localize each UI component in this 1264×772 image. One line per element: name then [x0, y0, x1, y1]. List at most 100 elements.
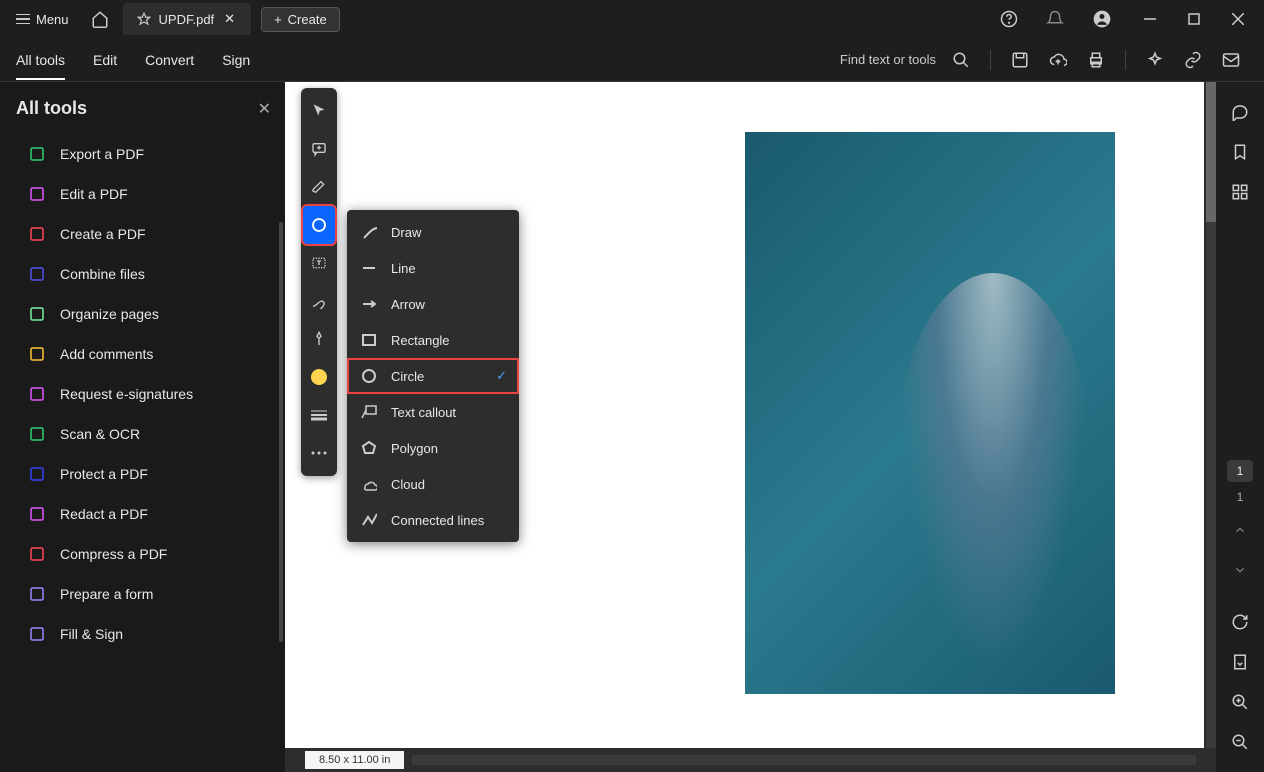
sidebar-item[interactable]: Edit a PDF — [16, 175, 279, 213]
sidebar-item[interactable]: Protect a PDF — [16, 455, 279, 493]
star-icon — [137, 12, 151, 26]
page-down-button[interactable] — [1222, 552, 1258, 588]
shape-option[interactable]: Text callout — [347, 394, 519, 430]
zoom-in-button[interactable] — [1222, 684, 1258, 720]
shape-option[interactable]: Polygon — [347, 430, 519, 466]
divider — [1125, 50, 1126, 70]
shape-label: Circle — [391, 369, 424, 384]
more-tools[interactable] — [303, 434, 335, 472]
more-icon — [311, 451, 327, 455]
notifications-button[interactable] — [1034, 2, 1076, 36]
current-page-indicator[interactable]: 1 — [1227, 460, 1254, 482]
close-icon — [1232, 13, 1244, 25]
sidebar-item[interactable]: Organize pages — [16, 295, 279, 333]
share-button[interactable] — [1214, 45, 1248, 75]
vertical-scrollbar[interactable] — [1206, 82, 1216, 748]
sidebar-item[interactable]: Combine files — [16, 255, 279, 293]
home-button[interactable] — [81, 4, 119, 34]
sidebar-item-label: Export a PDF — [60, 146, 144, 162]
rail-comments-button[interactable] — [1222, 94, 1258, 130]
draw-tool[interactable] — [303, 282, 335, 320]
menu-label: Menu — [36, 12, 69, 27]
sidebar-item[interactable]: Create a PDF — [16, 215, 279, 253]
home-icon — [91, 10, 109, 28]
sidebar-item[interactable]: Prepare a form — [16, 575, 279, 613]
create-button[interactable]: + Create — [261, 7, 340, 32]
link-button[interactable] — [1176, 45, 1210, 75]
tool-icon — [28, 625, 46, 643]
rail-bookmarks-button[interactable] — [1222, 134, 1258, 170]
sidebar-scrollbar[interactable] — [279, 222, 283, 642]
page-up-button[interactable] — [1222, 512, 1258, 548]
document-image — [745, 132, 1115, 694]
sidebar-item-label: Create a PDF — [60, 226, 146, 242]
menu-button[interactable]: Menu — [4, 6, 81, 33]
highlight-tool[interactable] — [303, 168, 335, 206]
rail-thumbnails-button[interactable] — [1222, 174, 1258, 210]
toolbar-edit[interactable]: Edit — [93, 40, 117, 80]
minimize-button[interactable] — [1128, 5, 1172, 33]
sidebar-item[interactable]: Request e-signatures — [16, 375, 279, 413]
save-button[interactable] — [1003, 45, 1037, 75]
help-button[interactable] — [988, 2, 1030, 36]
shape-option[interactable]: Arrow — [347, 286, 519, 322]
toolbar-all-tools[interactable]: All tools — [16, 40, 65, 80]
shape-option[interactable]: Line — [347, 250, 519, 286]
right-rail: 1 1 — [1216, 82, 1264, 772]
print-button[interactable] — [1079, 45, 1113, 75]
shape-option[interactable]: Rectangle — [347, 322, 519, 358]
stamp-tool[interactable] — [303, 320, 335, 358]
tool-icon — [28, 145, 46, 163]
print-icon — [1087, 51, 1105, 69]
rotate-button[interactable] — [1222, 604, 1258, 640]
export-button[interactable] — [1041, 45, 1075, 75]
main-area: All tools ✕ Export a PDFEdit a PDFCreate… — [0, 82, 1264, 772]
horizontal-scrollbar[interactable] — [412, 755, 1196, 765]
page[interactable]: DrawLineArrowRectangleCircle✓ Text callou… — [285, 82, 1204, 772]
tab-close-button[interactable]: ✕ — [222, 11, 237, 27]
sidebar-close-button[interactable]: ✕ — [258, 99, 271, 119]
scrollbar-thumb[interactable] — [1206, 82, 1216, 222]
search-button[interactable] — [944, 45, 978, 75]
account-button[interactable] — [1080, 1, 1124, 37]
color-picker[interactable] — [303, 358, 335, 396]
comment-tool[interactable] — [303, 130, 335, 168]
sidebar-item[interactable]: Scan & OCR — [16, 415, 279, 453]
select-tool[interactable] — [303, 92, 335, 130]
sidebar-item[interactable]: Export a PDF — [16, 135, 279, 173]
shape-option[interactable]: Cloud — [347, 466, 519, 502]
shape-option[interactable]: Draw — [347, 214, 519, 250]
fit-page-button[interactable] — [1222, 644, 1258, 680]
shape-label: Text callout — [391, 405, 456, 420]
sidebar-item-label: Request e-signatures — [60, 386, 193, 402]
shape-option[interactable]: Circle✓ — [347, 358, 519, 394]
sidebar-item[interactable]: Fill & Sign — [16, 615, 279, 653]
thickness-tool[interactable] — [303, 396, 335, 434]
sidebar-item[interactable]: Redact a PDF — [16, 495, 279, 533]
chevron-down-icon — [1233, 563, 1247, 577]
toolbar-convert[interactable]: Convert — [145, 40, 194, 80]
close-window-button[interactable] — [1216, 5, 1260, 33]
shape-tool[interactable] — [303, 206, 335, 244]
shape-option[interactable]: Connected lines — [347, 502, 519, 538]
sidebar-item-label: Redact a PDF — [60, 506, 148, 522]
toolbar-sign[interactable]: Sign — [222, 40, 250, 80]
shape-label: Connected lines — [391, 513, 484, 528]
shape-icon — [361, 404, 377, 420]
canvas-area: DrawLineArrowRectangleCircle✓ Text callou… — [285, 82, 1216, 772]
sidebar-item-label: Fill & Sign — [60, 626, 123, 642]
text-tool[interactable] — [303, 244, 335, 282]
tool-icon — [28, 585, 46, 603]
document-tab[interactable]: UPDF.pdf ✕ — [123, 3, 252, 35]
zoom-out-button[interactable] — [1222, 724, 1258, 760]
all-tools-sidebar: All tools ✕ Export a PDFEdit a PDFCreate… — [0, 82, 285, 772]
ai-button[interactable] — [1138, 45, 1172, 75]
sidebar-item[interactable]: Add comments — [16, 335, 279, 373]
sidebar-item[interactable]: Compress a PDF — [16, 535, 279, 573]
lines-icon — [311, 409, 327, 421]
zoom-in-icon — [1231, 693, 1249, 711]
search-icon — [952, 51, 970, 69]
shape-label: Polygon — [391, 441, 438, 456]
maximize-button[interactable] — [1172, 5, 1216, 33]
tool-icon — [28, 345, 46, 363]
